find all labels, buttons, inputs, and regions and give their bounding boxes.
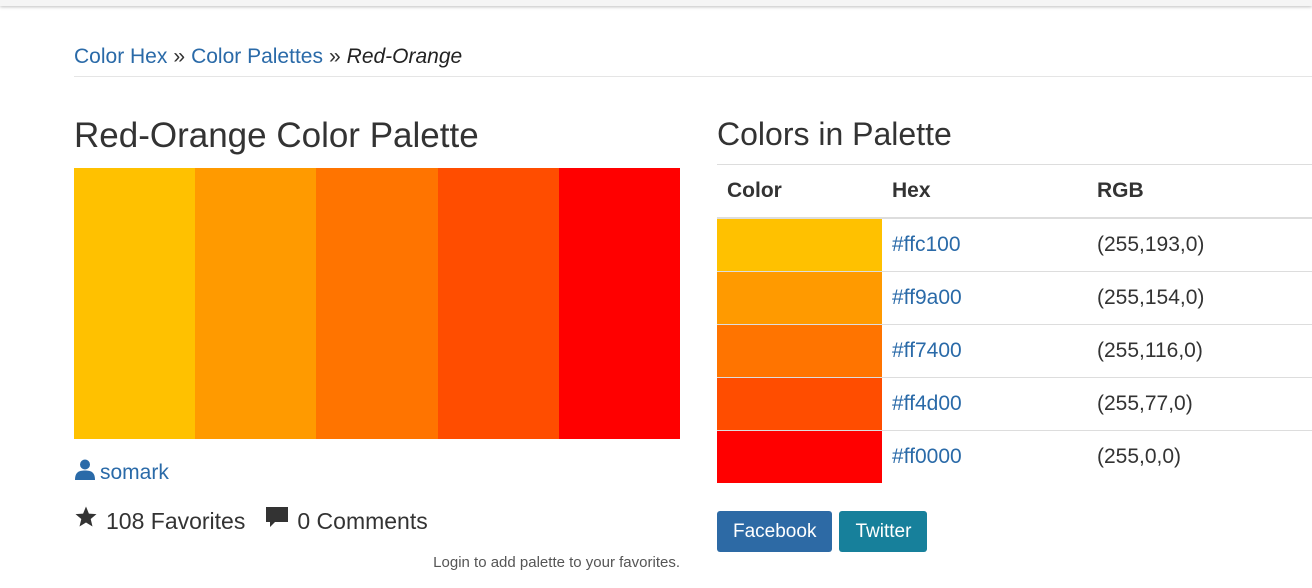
column-header-color: Color xyxy=(717,165,882,219)
palette-stats: 108 Favorites 0 Comments xyxy=(74,505,448,537)
top-bar xyxy=(0,0,1312,6)
comments-label: 0 Comments xyxy=(297,508,428,534)
palette-swatch xyxy=(195,168,317,439)
hex-link[interactable]: #ff7400 xyxy=(892,339,962,362)
table-row: #ff4d00 (255,77,0) xyxy=(717,377,1312,431)
palette-preview xyxy=(74,168,681,439)
breadcrumb-separator: » xyxy=(173,45,186,68)
breadcrumb: Color Hex» Color Palettes» Red-Orange xyxy=(74,44,1312,77)
breadcrumb-home-link[interactable]: Color Hex xyxy=(74,45,167,68)
author: somark xyxy=(74,458,169,488)
hex-link[interactable]: #ff4d00 xyxy=(892,392,962,415)
palette-swatch xyxy=(437,168,559,439)
table-row: #ff9a00 (255,154,0) xyxy=(717,271,1312,325)
share-buttons: Facebook Twitter xyxy=(717,511,934,552)
color-swatch-cell xyxy=(717,271,882,325)
hex-link[interactable]: #ffc100 xyxy=(892,233,961,256)
palette-swatch xyxy=(74,168,196,439)
author-link[interactable]: somark xyxy=(100,459,169,487)
color-swatch-cell xyxy=(717,324,882,378)
page-title: Red-Orange Color Palette xyxy=(74,116,479,155)
palette-swatch xyxy=(316,168,438,439)
palette-swatch xyxy=(558,168,681,439)
comments-count: 0 Comments xyxy=(265,505,428,537)
table-row: #ff7400 (255,116,0) xyxy=(717,324,1312,378)
facebook-share-button[interactable]: Facebook xyxy=(717,511,833,552)
favorites-label: 108 Favorites xyxy=(106,508,246,534)
user-icon xyxy=(74,458,96,488)
column-header-hex: Hex xyxy=(882,165,1087,219)
breadcrumb-palettes-link[interactable]: Color Palettes xyxy=(191,45,323,68)
column-header-rgb: RGB xyxy=(1087,165,1312,219)
rgb-value: (255,154,0) xyxy=(1087,271,1312,325)
rgb-value: (255,77,0) xyxy=(1087,377,1312,431)
table-header-row: Color Hex RGB xyxy=(717,165,1312,219)
color-swatch-cell xyxy=(717,430,882,483)
table-row: #ffc100 (255,193,0) xyxy=(717,217,1312,272)
rgb-value: (255,116,0) xyxy=(1087,324,1312,378)
colors-section-title: Colors in Palette xyxy=(717,116,952,152)
colors-table: Color Hex RGB #ffc100 (255,193,0) #ff9a0… xyxy=(717,165,1312,483)
color-swatch-cell xyxy=(717,217,882,272)
login-note: Login to add palette to your favorites. xyxy=(433,554,680,571)
star-icon xyxy=(74,505,98,537)
rgb-value: (255,193,0) xyxy=(1087,217,1312,272)
comment-icon xyxy=(265,505,289,537)
twitter-share-button[interactable]: Twitter xyxy=(839,511,928,552)
breadcrumb-separator: » xyxy=(328,45,341,68)
rgb-value: (255,0,0) xyxy=(1087,430,1312,483)
breadcrumb-current: Red-Orange xyxy=(346,45,463,68)
table-row: #ff0000 (255,0,0) xyxy=(717,430,1312,483)
hex-link[interactable]: #ff0000 xyxy=(892,445,962,468)
favorites-count: 108 Favorites xyxy=(74,505,245,537)
hex-link[interactable]: #ff9a00 xyxy=(892,286,962,309)
color-swatch-cell xyxy=(717,377,882,431)
